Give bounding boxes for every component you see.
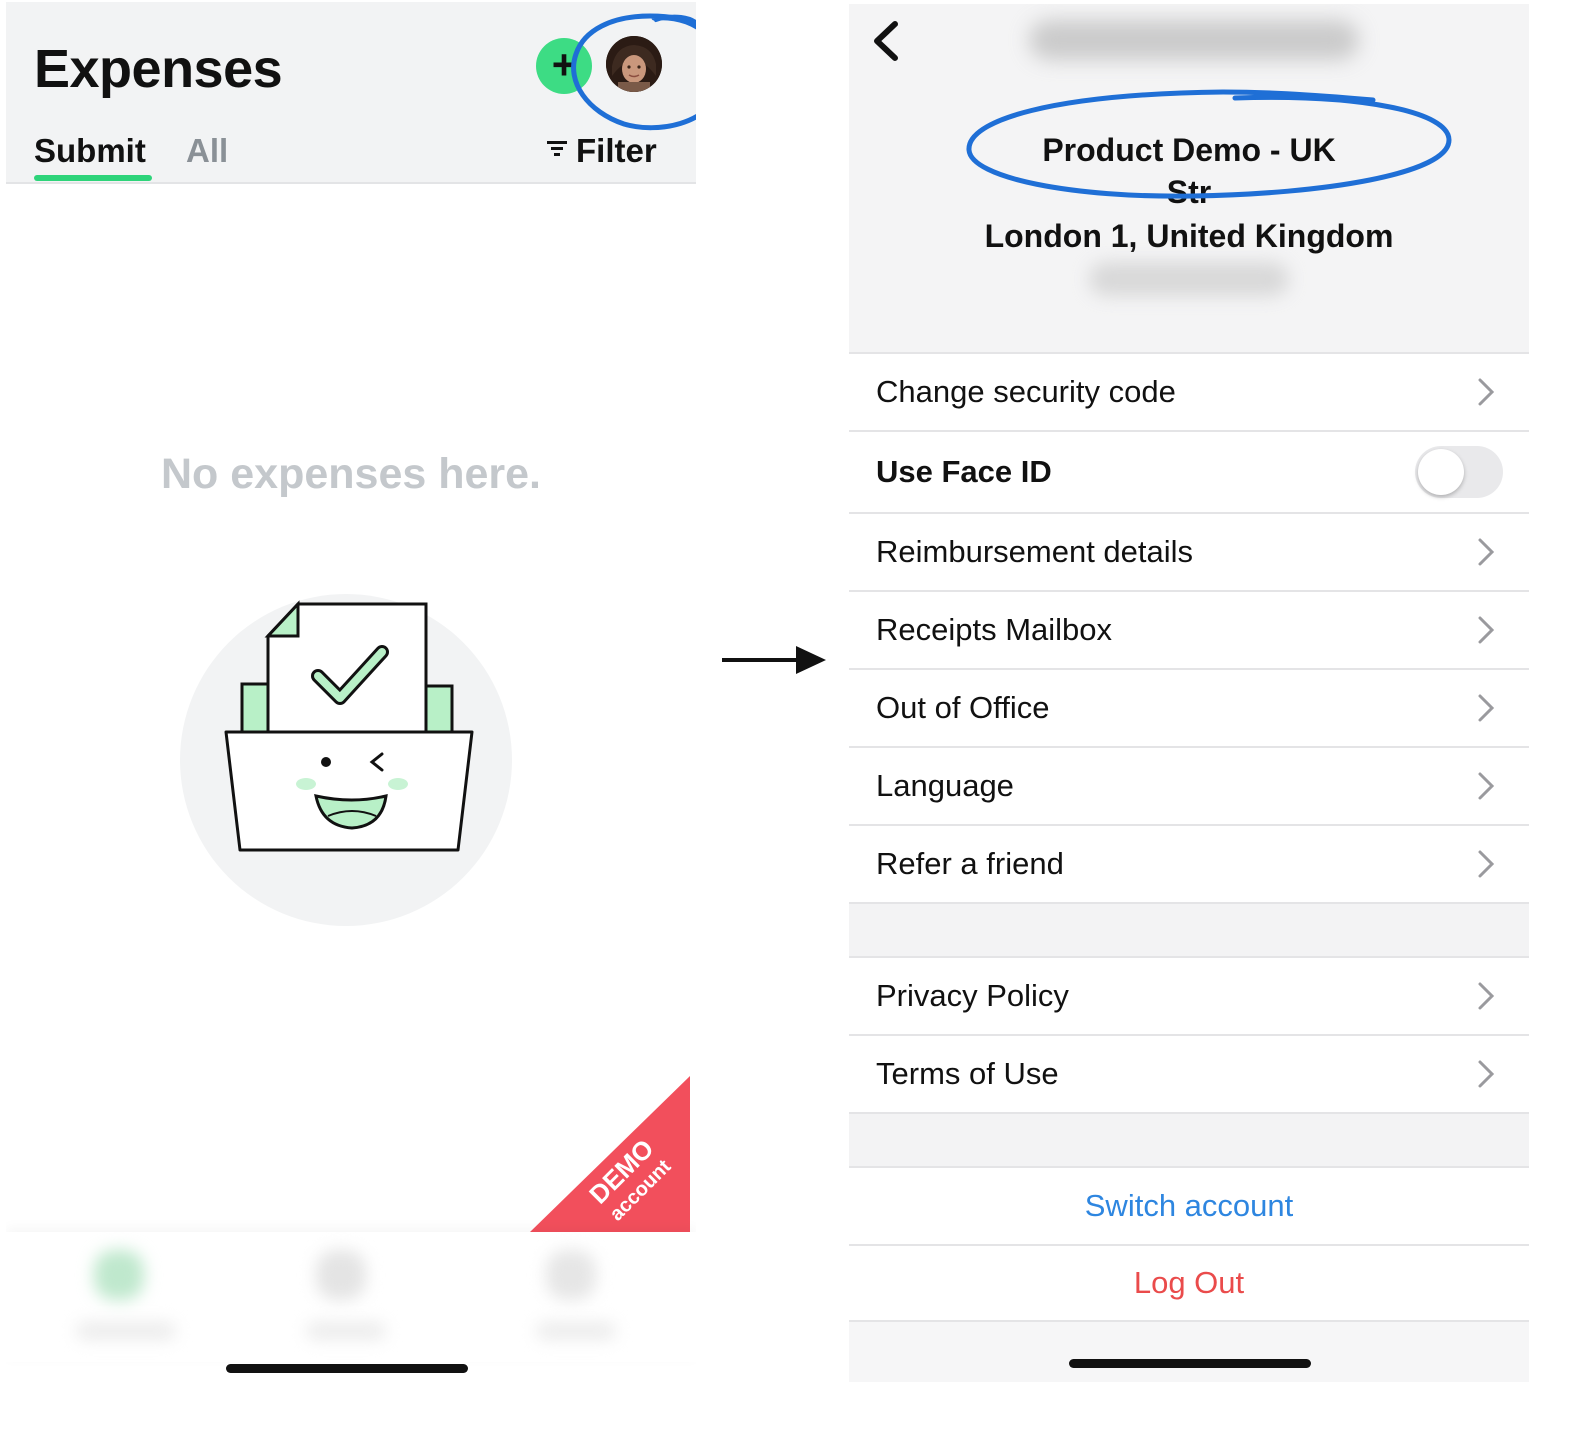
add-expense-button[interactable]: +	[536, 38, 592, 94]
nav-item-middle[interactable]	[316, 1250, 366, 1300]
chevron-right-icon	[1478, 538, 1495, 566]
chevron-right-icon	[1478, 616, 1495, 644]
nav-label-blur	[306, 1322, 386, 1340]
back-button[interactable]	[859, 12, 919, 72]
setting-label: Out of Office	[876, 690, 1050, 725]
settings-row-out-of-office[interactable]: Out of Office	[849, 668, 1529, 746]
setting-label: Receipts Mailbox	[876, 612, 1113, 647]
account-header: Str Product Demo - UK London 1, United K…	[849, 4, 1529, 352]
bottom-navigation	[6, 1232, 696, 1362]
setting-label: Use Face ID	[876, 454, 1052, 489]
chevron-right-icon	[1478, 772, 1495, 800]
plus-icon: +	[551, 41, 577, 88]
setting-label: Terms of Use	[876, 1056, 1059, 1091]
company-location: London 1, United Kingdom	[984, 218, 1394, 254]
nav-label-blur	[536, 1322, 616, 1340]
filter-label: Filter	[576, 132, 657, 169]
redacted-name	[1029, 20, 1359, 60]
empty-state-message: No expenses here.	[160, 450, 541, 498]
setting-label: Reimbursement details	[876, 534, 1194, 569]
chevron-right-icon	[1478, 982, 1495, 1010]
arrow-right-icon	[722, 646, 826, 674]
expenses-screen: Expenses + Submit All Filter No expenses…	[6, 2, 696, 1422]
settings-row-refer-a-friend[interactable]: Refer a friend	[849, 824, 1529, 902]
settings-row-face-id: Use Face ID	[849, 430, 1529, 512]
setting-label: Change security code	[876, 374, 1176, 409]
chevron-right-icon	[1478, 1060, 1495, 1088]
chevron-right-icon	[1478, 850, 1495, 878]
face-id-toggle[interactable]	[1415, 446, 1503, 498]
profile-avatar[interactable]	[606, 36, 662, 92]
company-name: Product Demo - UK	[1042, 132, 1336, 168]
demo-account-ribbon: DEMO account	[530, 1076, 690, 1232]
chevron-right-icon	[1478, 378, 1495, 406]
settings-row-reimbursement-details[interactable]: Reimbursement details	[849, 512, 1529, 590]
home-indicator	[226, 1364, 468, 1373]
settings-row-change-security-code[interactable]: Change security code	[849, 352, 1529, 430]
filter-icon	[547, 141, 567, 157]
redacted-detail	[1089, 262, 1289, 296]
account-settings-screen: Str Product Demo - UK London 1, United K…	[849, 4, 1529, 1382]
chevron-left-icon	[874, 21, 898, 61]
section-divider	[849, 902, 1529, 956]
switch-account-button[interactable]: Switch account	[849, 1166, 1529, 1244]
company-address-line: Str	[1166, 174, 1212, 210]
nav-item-expenses[interactable]	[94, 1250, 144, 1300]
setting-label: Refer a friend	[876, 846, 1064, 881]
tab-submit[interactable]: Submit	[34, 132, 146, 170]
setting-label: Language	[876, 768, 1014, 803]
filter-button[interactable]: Filter	[546, 132, 657, 170]
expenses-header: Expenses + Submit All Filter	[6, 2, 696, 184]
empty-inbox-illustration	[180, 594, 512, 926]
home-indicator	[1069, 1359, 1311, 1368]
tab-all[interactable]: All	[186, 132, 228, 170]
page-title: Expenses	[34, 39, 283, 99]
chevron-right-icon	[1478, 694, 1495, 722]
log-out-label: Log Out	[1133, 1265, 1245, 1300]
active-tab-indicator	[34, 175, 152, 181]
settings-row-receipts-mailbox[interactable]: Receipts Mailbox	[849, 590, 1529, 668]
settings-row-terms-of-use[interactable]: Terms of Use	[849, 1034, 1529, 1112]
settings-row-privacy-policy[interactable]: Privacy Policy	[849, 956, 1529, 1034]
log-out-button[interactable]: Log Out	[849, 1244, 1529, 1322]
nav-item-right[interactable]	[546, 1250, 596, 1300]
settings-row-language[interactable]: Language	[849, 746, 1529, 824]
section-divider	[849, 1112, 1529, 1166]
switch-account-label: Switch account	[1084, 1188, 1294, 1223]
setting-label: Privacy Policy	[876, 978, 1069, 1013]
nav-label-blur	[76, 1322, 176, 1340]
toggle-knob	[1418, 449, 1464, 495]
